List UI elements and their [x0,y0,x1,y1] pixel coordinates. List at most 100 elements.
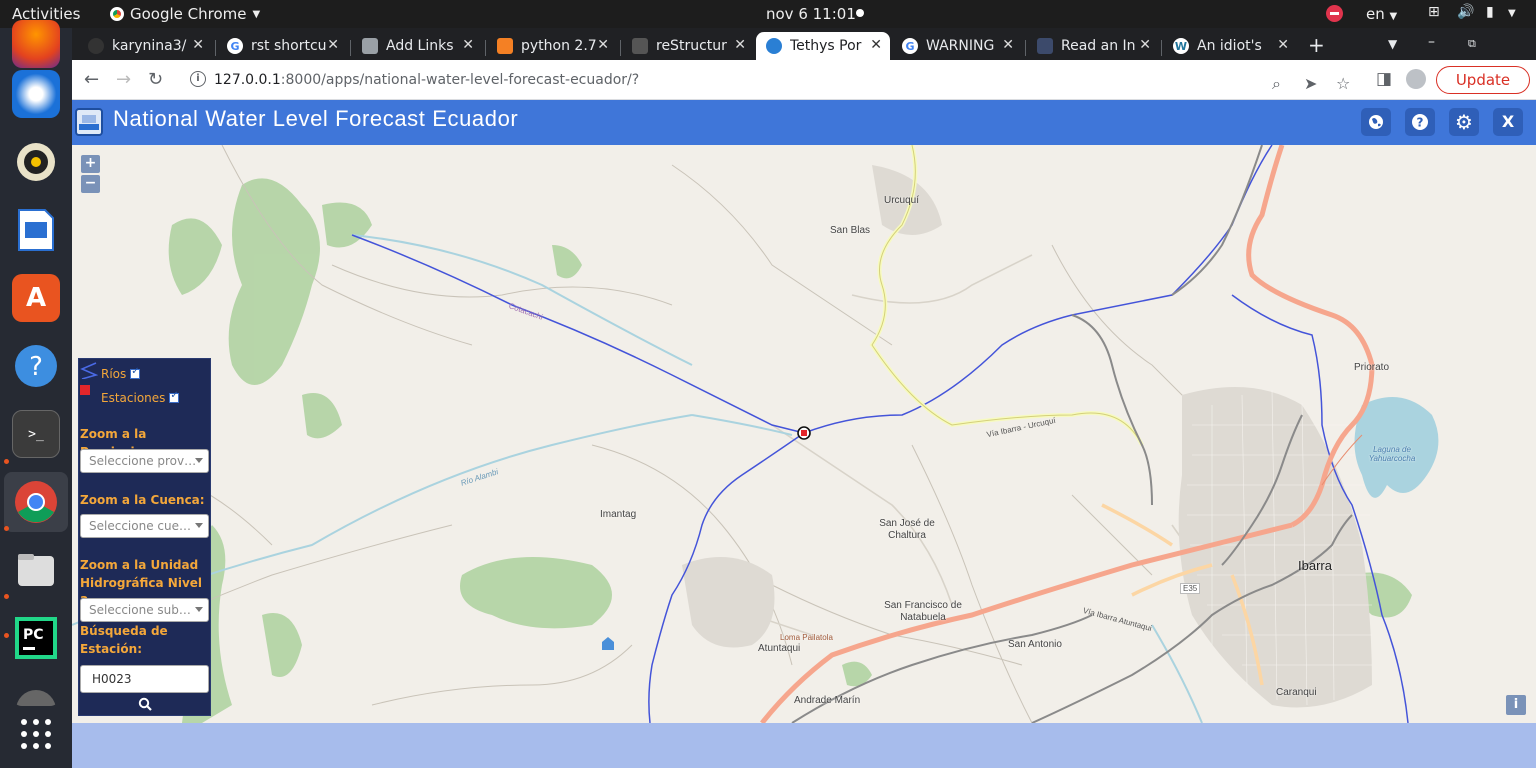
app-grid-icon[interactable] [12,710,60,758]
site-info-icon[interactable]: i [190,71,206,87]
app-menu[interactable]: Google Chrome ▼ [110,5,260,23]
tab-separator [1025,40,1026,56]
help-icon[interactable]: ? [12,342,60,390]
minimize-icon[interactable]: – [1428,34,1435,50]
reload-icon[interactable]: ↻ [148,69,163,90]
running-indicator-icon [4,459,9,464]
network-icon[interactable]: ⊞ [1428,4,1440,20]
restore-icon[interactable]: ⧉ [1468,37,1476,51]
pycharm-icon[interactable]: PC [12,614,60,662]
language-indicator[interactable]: en ▼ [1366,5,1397,23]
rhythmbox-icon[interactable] [12,138,60,186]
tab-separator [620,40,621,56]
close-icon[interactable]: ✕ [462,37,474,53]
help-button[interactable]: ? [1405,108,1435,136]
terminal-icon[interactable]: >_ [12,410,60,458]
files-icon[interactable] [12,546,60,594]
globe-glyph [1369,115,1383,129]
chrome-dock-item[interactable] [4,472,68,532]
place-label: Ibarra [1298,558,1332,573]
chrome-icon [110,7,124,21]
running-indicator-icon [4,526,9,531]
rst-icon [632,38,648,54]
basin-select[interactable]: Seleccione cue… [80,514,209,538]
back-icon[interactable]: ← [84,69,99,90]
help-glyph: ? [15,345,57,387]
new-tab-button[interactable]: + [1308,33,1325,57]
rivers-layer-toggle[interactable]: Ríos [101,366,141,381]
close-icon[interactable]: ✕ [870,37,882,53]
close-icon[interactable]: ✕ [1139,37,1151,53]
tab-add-links[interactable]: Add Links ✕ [352,32,482,60]
tab-warning[interactable]: G WARNING ✕ [892,32,1022,60]
close-icon[interactable]: ✕ [327,37,339,53]
clock[interactable]: nov 6 11:01 [766,5,856,23]
tab-tethys-portal[interactable]: Tethys Por ✕ [756,32,890,60]
running-indicator-icon [4,633,9,638]
google-icon: G [902,38,918,54]
tab-search-icon[interactable]: ▼ [1388,37,1397,51]
forward-icon[interactable]: → [116,69,131,90]
profile-avatar[interactable] [1406,69,1426,89]
close-icon[interactable]: ✕ [192,37,204,53]
update-button[interactable]: Update [1436,66,1530,94]
tab-title: rst shortcu [251,38,327,54]
map-info-button[interactable]: i [1506,695,1526,715]
place-label: Urcuquí [884,195,920,206]
svg-text:PC: PC [23,627,44,643]
chevron-down-icon [195,607,203,612]
send-icon[interactable]: ➤ [1304,74,1317,93]
bookmark-star-icon[interactable]: ☆ [1336,74,1350,93]
tab-rst-shortcuts[interactable]: G rst shortcu ✕ [217,32,347,60]
tab-title: Tethys Por [790,38,862,54]
running-indicator-icon [4,594,9,599]
app-logo[interactable] [75,108,103,136]
rivers-checkbox[interactable] [130,366,141,379]
tab-an-idiots[interactable]: W An idiot's ✕ [1163,32,1297,60]
close-icon[interactable]: ✕ [1002,37,1014,53]
close-app-button[interactable]: X [1493,108,1523,136]
settings-gear-icon[interactable]: ⚙ [1449,108,1479,136]
close-icon[interactable]: ✕ [1277,37,1289,53]
close-icon[interactable]: ✕ [597,37,609,53]
subbasin-select[interactable]: Seleccione sub… [80,598,209,622]
rivers-layer-label: Ríos [101,367,127,381]
place-label: Atuntaqui [758,643,801,654]
disc-icon[interactable] [12,682,60,706]
firefox-icon[interactable] [12,20,60,68]
stations-checkbox[interactable] [169,390,180,403]
thunderbird-icon[interactable] [12,70,60,118]
volume-icon[interactable]: 🔊 [1457,4,1474,20]
globe-icon[interactable] [1361,108,1391,136]
map-view[interactable]: Urcuquí San Blas Priorato Imantag San Jo… [72,145,1536,723]
place-label: San Blas [830,225,871,236]
dock: A ? >_ PC [0,20,72,768]
side-panel-icon[interactable]: ◨ [1376,69,1392,89]
station-search-input[interactable]: H0023 [80,665,209,693]
zoom-icon[interactable]: ⌕ [1272,74,1281,94]
address-bar[interactable]: i 127.0.0.1:8000/apps/national-water-lev… [180,65,1350,95]
search-icon [138,697,152,711]
tab-read-an[interactable]: Read an In ✕ [1027,32,1159,60]
do-not-disturb-icon[interactable] [1326,5,1343,22]
disc-glyph [16,690,56,706]
chevron-down-icon[interactable]: ▼ [1508,8,1516,19]
app-title[interactable]: National Water Level Forecast Ecuador [113,106,518,132]
tab-title: python 2.7 [521,38,597,54]
url-text[interactable]: 127.0.0.1:8000/apps/national-water-level… [214,72,639,88]
software-center-icon[interactable]: A [12,274,60,322]
tab-github[interactable]: karynina3/ ✕ [78,32,212,60]
tab-restructuredtext[interactable]: reStructur ✕ [622,32,754,60]
tab-python[interactable]: python 2.7 ✕ [487,32,617,60]
writer-icon[interactable] [12,206,60,254]
battery-icon[interactable]: ▮ [1486,4,1494,20]
stations-layer-toggle[interactable]: Estaciones [101,390,180,405]
zoom-out-button[interactable]: − [81,175,100,193]
station-marker-icon [797,426,811,440]
browser-toolbar: ← → ↻ i 127.0.0.1:8000/apps/national-wat… [72,60,1536,100]
zoom-control: + − [81,155,101,195]
close-icon[interactable]: ✕ [734,37,746,53]
zoom-in-button[interactable]: + [81,155,100,173]
station-search-button[interactable] [80,696,209,714]
province-select[interactable]: Seleccione prov… [80,449,209,473]
